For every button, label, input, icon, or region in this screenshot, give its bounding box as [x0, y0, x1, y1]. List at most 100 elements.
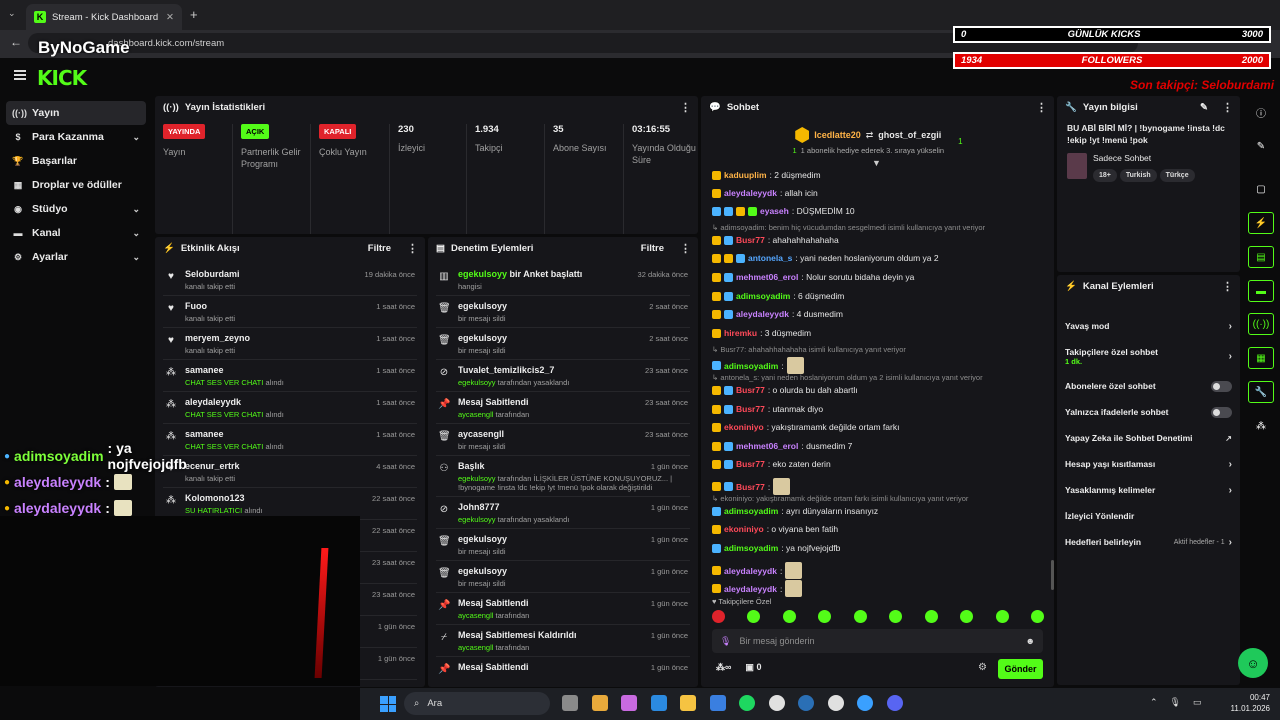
moderation-filter-button[interactable]: Filtre — [641, 243, 664, 254]
discord-icon[interactable] — [886, 695, 903, 711]
support-chat-icon[interactable]: ☺ — [1238, 648, 1268, 678]
edge-icon[interactable] — [650, 695, 667, 711]
feed-row[interactable]: 🗑 egekulsoyy bir mesajı sildi 1 gün önce — [436, 529, 690, 561]
emote-icon[interactable] — [960, 610, 974, 623]
chat-message[interactable]: eyaseh: DÜŞMEDİM 10 — [712, 206, 855, 216]
chat-scrollbar[interactable] — [1051, 560, 1054, 590]
emote-icon[interactable] — [818, 610, 832, 623]
chevron-down-icon[interactable]: ⌄ — [132, 252, 140, 263]
feed-row[interactable]: 📌 Mesaj Sabitlendi aycasengll tarafından 1 … — [436, 593, 690, 625]
sidebar-item-2[interactable]: 🏆 Başarılar — [6, 149, 146, 173]
toggle-switch[interactable] — [1211, 380, 1232, 392]
feed-row[interactable]: 📌 Mesaj Sabitlendi aycasengll tarafından 23… — [436, 392, 690, 424]
chat-message[interactable]: adimsoyadim: — [712, 357, 804, 374]
row-user[interactable]: CHAT SES VER CHATI — [185, 378, 263, 387]
chat-username[interactable]: adimsoyadim — [736, 291, 790, 301]
chat-message[interactable]: mehmet06_erol: Nolur sorutu bidaha deyin… — [712, 272, 914, 282]
browser-tab[interactable]: K Stream - Kick Dashboard ✕ — [26, 4, 182, 30]
kick-rail-icon[interactable]: ⁂ — [1248, 415, 1274, 437]
channel-action-item[interactable]: Yapay Zeka ile Sohbet Denetimi ↗ — [1057, 425, 1240, 451]
system-tray[interactable]: ⌃ 🎙 ▭ — [1150, 697, 1202, 708]
feed-row[interactable]: 🗑 egekulsoyy bir mesajı sildi 1 gün önce — [436, 561, 690, 593]
chat-message[interactable]: aleydaleyydk: — [712, 562, 803, 579]
tab-close-icon[interactable]: ✕ — [166, 12, 174, 23]
chat-message[interactable]: aleydaleyydk: allah icin — [712, 188, 818, 198]
back-icon[interactable]: ← — [10, 35, 22, 49]
chat-username[interactable]: adimsoyadim — [724, 543, 778, 553]
emoji-icon[interactable]: ☻ — [1026, 636, 1035, 646]
chat-username[interactable]: Busr77 — [736, 385, 765, 395]
activity-filter-button[interactable]: Filtre — [368, 243, 391, 254]
copilot-icon[interactable] — [621, 695, 637, 711]
chat-message[interactable]: Busr77: — [712, 478, 791, 495]
chat-reply-context[interactable]: ↳ antonela_s: yani neden hoslaniyorum ol… — [712, 373, 983, 382]
chat-username[interactable]: ekoniniyo — [724, 524, 764, 534]
feed-row[interactable]: ⊘ John8777 egekulsoyy tarafından yasakland… — [436, 497, 690, 529]
chat-rail-icon[interactable]: ▬ — [1248, 280, 1274, 302]
category-thumbnail[interactable] — [1067, 153, 1087, 179]
row-user[interactable]: egekulsoyy — [458, 378, 496, 387]
edit-icon[interactable]: ✎ — [1200, 102, 1208, 113]
chevron-right-icon[interactable]: › — [1229, 485, 1232, 496]
emote-icon[interactable] — [924, 610, 938, 623]
chrome-icon[interactable] — [768, 695, 785, 711]
row-user[interactable]: aycasengll — [458, 643, 493, 652]
more-icon[interactable]: ⋮ — [1222, 280, 1233, 293]
row-user[interactable]: aycasengll — [458, 611, 493, 620]
sidebar-item-3[interactable]: ▦ Droplar ve ödüller — [6, 173, 146, 197]
chat-username[interactable]: kaduuplim — [724, 170, 767, 180]
more-icon[interactable]: ⋮ — [1222, 101, 1233, 114]
feed-row[interactable]: ♥ meryem_zeyno kanalı takip etti 1 saat önc… — [163, 328, 417, 360]
chat-message[interactable]: ekoniniyo: o viyana ben fatih — [712, 524, 838, 534]
feed-row[interactable]: ♥ Fuoo kanalı takip etti 1 saat önce — [163, 296, 417, 328]
points-display[interactable]: ⁂∞ — [716, 662, 731, 673]
chat-settings-icon[interactable]: ⚙ — [978, 662, 987, 673]
chat-reply-context[interactable]: ↳ adimsoyadim: benim hiç vücudumdan sesg… — [712, 223, 985, 232]
emote-icon[interactable] — [782, 610, 796, 623]
chat-username[interactable]: aleydaleyydk — [736, 309, 789, 319]
feed-row[interactable]: ⚇ Başlık egekulsoyy tarafından İLİŞKİLER Ü… — [436, 456, 690, 497]
chat-message[interactable]: adimsoyadim: ya nojfvejojdfb — [712, 543, 840, 553]
microphone-icon[interactable]: 🎙 — [720, 636, 731, 647]
feed-row[interactable]: ⁂ samanee CHAT SES VER CHATI alındı 1 saat … — [163, 360, 417, 392]
taskbar-search[interactable]: ⌕ Ara — [404, 692, 550, 715]
chat-username[interactable]: Busr77 — [736, 482, 765, 492]
emote-icon[interactable] — [712, 610, 725, 623]
sidebar-item-6[interactable]: ⚙ Ayarlar ⌄ — [6, 245, 146, 269]
chat-message[interactable]: hiremku: 3 düşmedim — [712, 328, 811, 338]
chat-message[interactable]: aleydaleyydk: — [712, 580, 803, 597]
feed-row[interactable]: ♥ Seloburdami kanalı takip etti 19 dakika ö… — [163, 264, 417, 296]
github-icon[interactable] — [827, 695, 844, 711]
feed-row[interactable]: 🗑 egekulsoyy bir mesajı sildi 2 saat önce — [436, 328, 690, 360]
chevron-down-icon[interactable]: ⌄ — [132, 228, 140, 239]
feed-row[interactable]: ⊘ Tuvalet_temizlikcis2_7 egekulsoyy tarafı… — [436, 360, 690, 392]
list-rail-icon[interactable]: ▤ — [1248, 246, 1274, 268]
chat-message[interactable]: kaduuplim: 2 düşmedim — [712, 170, 821, 180]
feed-row[interactable]: 📌 Mesaj Sabitlendi 1 gün önce — [436, 657, 690, 687]
feed-row[interactable]: 🗑 egekulsoyy bir mesajı sildi 2 saat önce — [436, 296, 690, 328]
tab-list-icon[interactable]: ⌄ — [8, 8, 16, 19]
chat-username[interactable]: aleydaleyydk — [724, 188, 777, 198]
spotify-icon[interactable] — [739, 695, 755, 711]
row-user[interactable]: CHAT SES VER CHATI — [185, 410, 263, 419]
chat-reply-context[interactable]: ↳ Busr77: ahahahhahahaha isimli kullanıc… — [712, 345, 906, 354]
info-rail-icon[interactable]: ⓘ — [1248, 101, 1274, 123]
mail-icon[interactable] — [709, 695, 726, 711]
chat-input[interactable]: 🎙 Bir mesaj gönderin ☻ — [712, 629, 1043, 653]
emote-icon[interactable] — [995, 610, 1009, 623]
channel-action-item[interactable]: Yavaş mod › — [1057, 313, 1240, 339]
stream-tag[interactable]: Turkish — [1119, 169, 1157, 182]
collapse-icon[interactable]: ▼ — [872, 158, 881, 168]
file-explorer-icon[interactable] — [591, 695, 608, 711]
bolt-rail-icon[interactable]: ⚡ — [1248, 212, 1274, 234]
emote-icon[interactable] — [747, 610, 761, 623]
chat-username[interactable]: Busr77 — [736, 459, 765, 469]
chat-username[interactable]: ekoniniyo — [724, 422, 764, 432]
channel-action-item[interactable]: Abonelere özel sohbet — [1057, 373, 1240, 399]
edit-rail-icon[interactable]: ✎ — [1248, 135, 1274, 157]
chat-username[interactable]: adimsoyadim — [724, 506, 778, 516]
chat-message[interactable]: antonela_s: yani neden hoslaniyorum oldu… — [712, 253, 939, 263]
windows-start-icon[interactable] — [380, 696, 396, 712]
emote-icon[interactable] — [853, 610, 867, 623]
top-gifter-2[interactable]: ghost_of_ezgii — [878, 130, 941, 140]
